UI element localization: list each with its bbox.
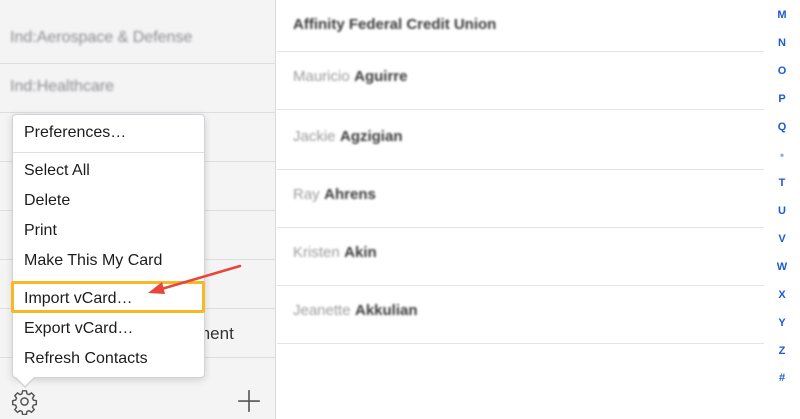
contact-first-name: Jackie bbox=[293, 128, 336, 145]
index-letter[interactable]: Q bbox=[764, 121, 800, 133]
index-letter[interactable]: P bbox=[764, 93, 800, 105]
contact-last-name: Aguirre bbox=[354, 68, 408, 85]
contact-first-name: Kristen bbox=[293, 244, 340, 261]
contact-last-name: Akkulian bbox=[355, 302, 418, 319]
contact-last-name: Akin bbox=[344, 244, 377, 261]
contact-name: Jackie Agzigian bbox=[293, 128, 402, 146]
index-letter[interactable]: O bbox=[764, 65, 800, 77]
contact-name: Ray Ahrens bbox=[293, 186, 376, 204]
contact-first-name: Jeanette bbox=[293, 302, 351, 319]
index-letter[interactable]: T bbox=[764, 177, 800, 189]
index-letter[interactable]: # bbox=[764, 372, 800, 384]
contact-name: Mauricio Aguirre bbox=[293, 68, 407, 86]
contact-first-name: Mauricio bbox=[293, 68, 350, 85]
index-letter[interactable]: X bbox=[764, 289, 800, 301]
contact-first-name: Ray bbox=[293, 186, 320, 203]
plus-icon[interactable] bbox=[236, 388, 262, 414]
menu-item-select-all[interactable]: Select All bbox=[13, 157, 204, 185]
index-letter[interactable]: M bbox=[764, 9, 800, 21]
contact-row[interactable]: Affinity Federal Credit Union bbox=[277, 0, 764, 52]
menu-item-export-vcard[interactable]: Export vCard… bbox=[13, 315, 204, 343]
index-letter[interactable]: Z bbox=[764, 345, 800, 357]
menu-item-refresh-contacts[interactable]: Refresh Contacts bbox=[13, 345, 204, 373]
group-label: Ind:Healthcare bbox=[10, 78, 115, 95]
contact-row[interactable]: Jeanette Akkulian bbox=[277, 286, 764, 344]
gear-icon[interactable] bbox=[11, 388, 38, 415]
contact-company: Affinity Federal Credit Union bbox=[293, 16, 497, 33]
index-letter[interactable]: V bbox=[764, 233, 800, 245]
index-dot[interactable]: • bbox=[764, 148, 800, 162]
index-letter[interactable]: W bbox=[764, 261, 800, 273]
index-letter[interactable]: Y bbox=[764, 317, 800, 329]
menu-item-import-vcard[interactable]: Import vCard… bbox=[13, 285, 204, 313]
contact-name: Kristen Akin bbox=[293, 244, 377, 262]
contact-name: Jeanette Akkulian bbox=[293, 302, 418, 320]
group-label: Ind:Aerospace & Defense bbox=[10, 29, 193, 46]
index-letter[interactable]: N bbox=[764, 37, 800, 49]
group-row[interactable]: Ind:Healthcare bbox=[0, 64, 276, 113]
contact-row[interactable]: Ray Ahrens bbox=[277, 170, 764, 228]
group-row[interactable]: Ind:Aerospace & Defense bbox=[0, 15, 276, 64]
menu-item-print[interactable]: Print bbox=[13, 217, 204, 245]
contacts-list: Affinity Federal Credit Union Mauricio A… bbox=[277, 0, 764, 419]
menu-item-delete[interactable]: Delete bbox=[13, 187, 204, 215]
contact-last-name: Ahrens bbox=[324, 186, 376, 203]
menu-separator bbox=[13, 152, 204, 153]
menu-item-make-my-card[interactable]: Make This My Card bbox=[13, 247, 204, 275]
alphabet-index: M N O P Q • T U V W X Y Z # bbox=[764, 0, 800, 419]
contact-row[interactable]: Jackie Agzigian bbox=[277, 112, 764, 170]
menu-pointer-fill bbox=[16, 377, 34, 386]
contact-row[interactable]: Kristen Akin bbox=[277, 228, 764, 286]
index-letter[interactable]: U bbox=[764, 205, 800, 217]
settings-menu: Preferences… Select All Delete Print Mak… bbox=[12, 114, 205, 378]
contact-last-name: Agzigian bbox=[339, 128, 403, 145]
menu-item-preferences[interactable]: Preferences… bbox=[13, 119, 204, 147]
contact-row[interactable]: Mauricio Aguirre bbox=[277, 52, 764, 110]
